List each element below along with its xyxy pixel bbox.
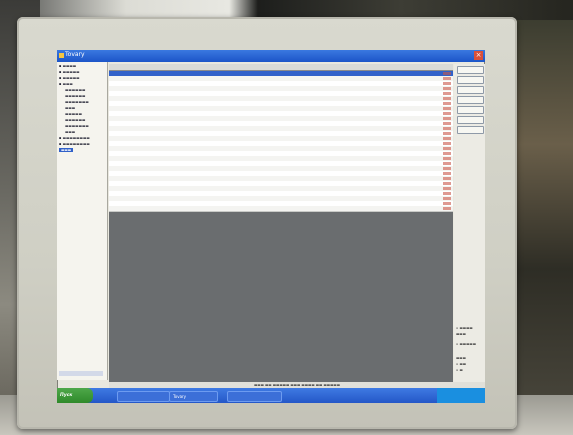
- table-cell-status: [443, 202, 451, 205]
- tree-item[interactable]: ▪ ▬▬▬▬▬: [59, 76, 80, 80]
- horizontal-scrollbar[interactable]: [59, 371, 103, 376]
- table-cell-status: [443, 132, 451, 135]
- table-cell-status: [443, 152, 451, 155]
- table-cell-status: [443, 97, 451, 100]
- tree-item[interactable]: ▬▬▬▬▬▬: [65, 94, 85, 98]
- table-cell-status: [443, 182, 451, 185]
- action-button[interactable]: [457, 126, 484, 134]
- background-shelf-right: [513, 20, 573, 435]
- app-icon: [59, 53, 64, 58]
- table-cell-status: [443, 187, 451, 190]
- taskbar-button[interactable]: [117, 391, 170, 402]
- table-cell-status: [443, 192, 451, 195]
- tree-item[interactable]: ▬▬▬▬▬▬▬: [65, 100, 89, 104]
- window-titlebar[interactable]: Tovary ×: [57, 50, 485, 62]
- action-button[interactable]: [457, 76, 484, 84]
- panel-option-label[interactable]: ▫ ▬▬▬▬: [456, 326, 473, 330]
- panel-option-label[interactable]: ▬▬▬: [456, 332, 466, 336]
- action-button[interactable]: [457, 86, 484, 94]
- table-cell-status: [443, 72, 451, 75]
- window-title: Tovary: [65, 51, 85, 58]
- action-panel: ▫ ▬▬▬▬ ▬▬▬ ▫ ▬▬▬▬▬ ▬▬▬ ▫ ▬▬ ▫ ▬: [454, 64, 485, 382]
- action-button[interactable]: [457, 66, 484, 74]
- tree-item[interactable]: ▪ ▬▬▬▬▬: [59, 70, 80, 74]
- monitor-screen: Tovary × ▪ ▬▬▬▬ ▪ ▬▬▬▬▬ ▪ ▬▬▬▬▬ ▪ ▬▬▬ ▬▬…: [57, 50, 485, 403]
- action-button[interactable]: [457, 116, 484, 124]
- taskbar-button[interactable]: [227, 391, 282, 402]
- tree-item[interactable]: ▬▬▬: [65, 130, 75, 134]
- table-cell-status: [443, 162, 451, 165]
- start-button[interactable]: Пуск: [57, 388, 93, 403]
- system-tray[interactable]: [437, 388, 485, 403]
- tree-item[interactable]: ▬▬▬▬▬▬: [65, 118, 85, 122]
- taskbar-button-tovary[interactable]: Tovary: [169, 391, 218, 402]
- tree-item[interactable]: ▬▬▬: [65, 106, 75, 110]
- navigation-tree[interactable]: ▪ ▬▬▬▬ ▪ ▬▬▬▬▬ ▪ ▬▬▬▬▬ ▪ ▬▬▬ ▬▬▬▬▬▬ ▬▬▬▬…: [57, 62, 108, 380]
- tree-item[interactable]: ▪ ▬▬▬▬▬▬▬▬: [59, 142, 90, 146]
- table-cell-status: [443, 207, 451, 210]
- action-button[interactable]: [457, 106, 484, 114]
- tree-item[interactable]: ▪ ▬▬▬: [59, 82, 73, 86]
- panel-option-label[interactable]: ▫ ▬▬▬▬▬: [456, 342, 476, 346]
- action-button[interactable]: [457, 96, 484, 104]
- table-cell-status: [443, 122, 451, 125]
- tree-item[interactable]: ▬▬▬▬▬▬: [65, 88, 85, 92]
- tree-item[interactable]: ▪ ▬▬▬▬▬▬▬▬: [59, 136, 90, 140]
- table-cell-status: [443, 92, 451, 95]
- table-cell-status: [443, 177, 451, 180]
- table-cell-status: [443, 102, 451, 105]
- tree-item[interactable]: ▬▬▬▬▬▬▬: [65, 124, 89, 128]
- tree-item[interactable]: ▪ ▬▬▬▬: [59, 64, 76, 68]
- taskbar: Пуск Tovary: [57, 388, 485, 403]
- table-cell-status: [443, 197, 451, 200]
- grid-header: [109, 64, 453, 71]
- table-cell-status: [443, 147, 451, 150]
- table-cell-status: [443, 137, 451, 140]
- data-grid[interactable]: [109, 64, 453, 382]
- table-cell-status: [443, 112, 451, 115]
- table-cell-status: [443, 142, 451, 145]
- table-cell-status: [443, 172, 451, 175]
- table-cell-status: [443, 157, 451, 160]
- table-cell-status: [443, 127, 451, 130]
- tree-item-selected[interactable]: ▬▬▬: [59, 148, 74, 152]
- table-cell-status: [443, 107, 451, 110]
- table-cell-status: [443, 87, 451, 90]
- panel-option-label[interactable]: ▫ ▬: [456, 368, 463, 372]
- panel-option-label[interactable]: ▬▬▬: [456, 356, 466, 360]
- panel-option-label[interactable]: ▫ ▬▬: [456, 362, 466, 366]
- table-cell-status: [443, 82, 451, 85]
- tree-item[interactable]: ▬▬▬▬▬: [65, 112, 82, 116]
- table-cell-status: [443, 167, 451, 170]
- close-icon[interactable]: ×: [474, 51, 483, 60]
- table-cell-status: [443, 117, 451, 120]
- table-row[interactable]: [109, 206, 453, 212]
- table-cell-status: [443, 77, 451, 80]
